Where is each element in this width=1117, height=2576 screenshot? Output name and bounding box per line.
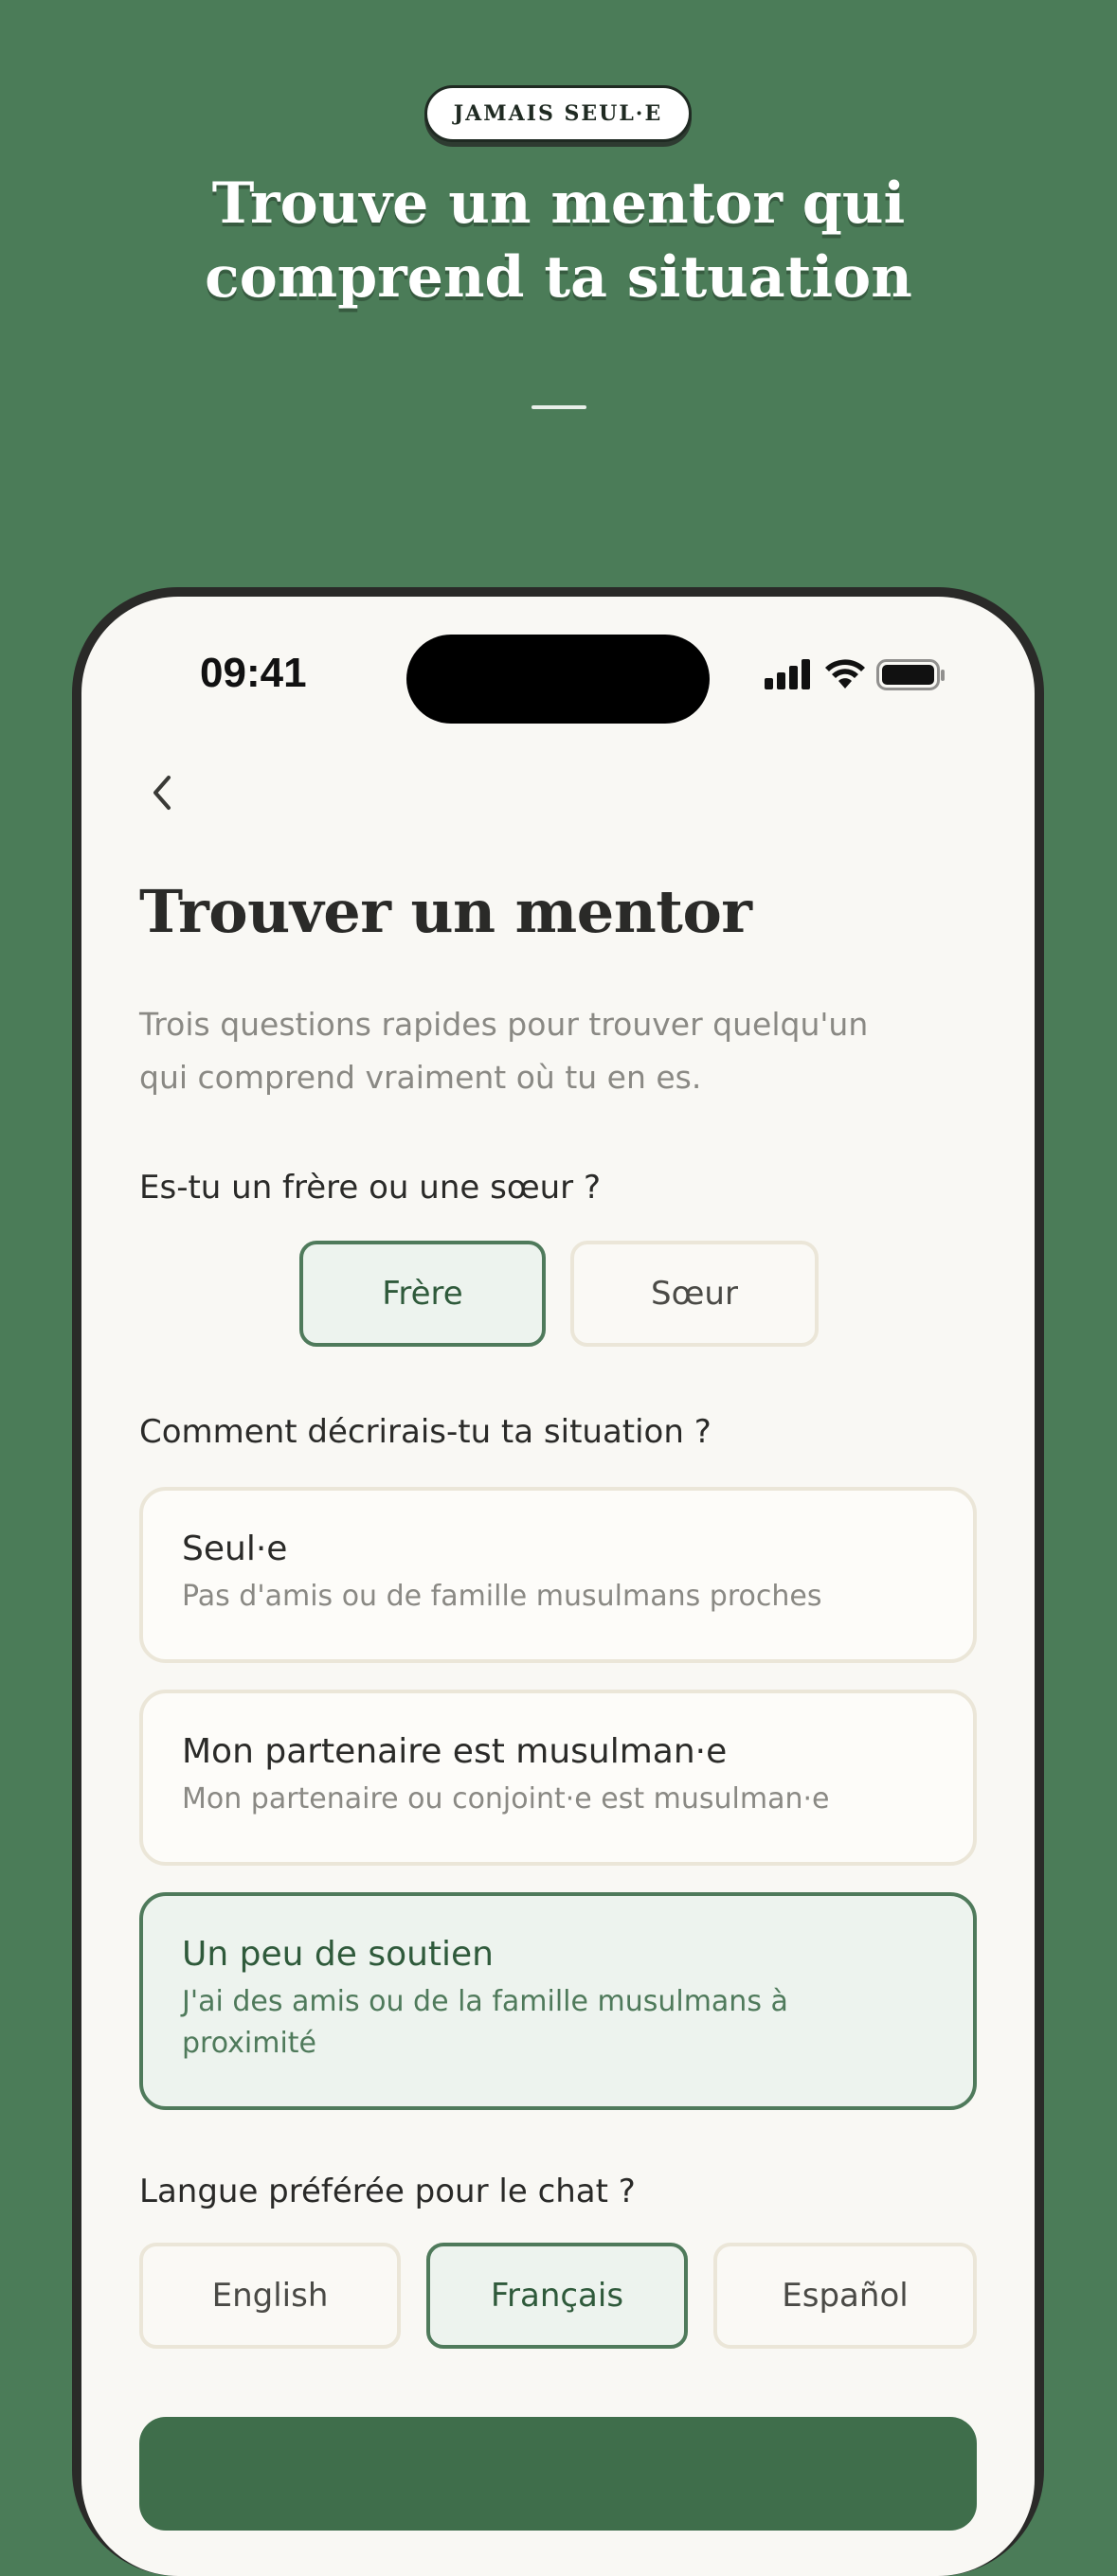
jamais-seul-badge: JAMAIS SEUL·E: [424, 85, 692, 142]
option-frere[interactable]: Frère: [299, 1241, 546, 1347]
language-option-francais[interactable]: Français: [426, 2243, 688, 2349]
headline-divider: [531, 405, 586, 409]
language-option-english[interactable]: English: [139, 2243, 401, 2349]
battery-icon: [876, 659, 946, 691]
gender-question: Es-tu un frère ou une sœur ?: [139, 1169, 601, 1207]
signal-icon: [765, 657, 814, 691]
wifi-icon: [823, 657, 867, 691]
dynamic-island: [406, 635, 710, 724]
chevron-left-icon: [153, 776, 171, 810]
situation-option-desc-line-2: proximité: [182, 2027, 317, 2060]
subtitle-line-1: Trois questions rapides pour trouver que…: [139, 1006, 869, 1043]
situation-option-desc: Mon partenaire ou conjoint·e est musulma…: [182, 1782, 830, 1816]
subtitle-line-2: qui comprend vraiment où tu en es.: [139, 1059, 702, 1096]
situation-option-soutien[interactable]: Un peu de soutien J'ai des amis ou de la…: [139, 1892, 977, 2110]
situation-option-desc: J'ai des amis ou de la famille musulmans…: [182, 1981, 935, 2065]
back-button[interactable]: [138, 769, 186, 816]
promo-headline: Trouve un mentor qui comprend ta situati…: [0, 167, 1117, 314]
situation-question: Comment décrirais-tu ta situation ?: [139, 1413, 712, 1451]
language-option-espanol[interactable]: Español: [713, 2243, 977, 2349]
situation-option-desc-line-1: J'ai des amis ou de la famille musulmans…: [182, 1985, 788, 2018]
phone-screen: 09:41 Trouver un mentor Trois questions …: [81, 597, 1035, 2576]
situation-option-partenaire[interactable]: Mon partenaire est musulman·e Mon parten…: [139, 1690, 977, 1866]
language-question: Langue préférée pour le chat ?: [139, 2173, 636, 2210]
headline-line-1: Trouve un mentor qui: [211, 170, 906, 237]
page-title: Trouver un mentor: [139, 877, 752, 946]
situation-option-title: Seul·e: [182, 1530, 288, 1568]
status-time: 09:41: [200, 650, 307, 696]
option-soeur[interactable]: Sœur: [570, 1241, 819, 1347]
situation-option-title: Un peu de soutien: [182, 1935, 494, 1974]
headline-line-2: comprend ta situation: [205, 244, 912, 311]
situation-option-desc: Pas d'amis ou de famille musulmans proch…: [182, 1580, 822, 1613]
situation-option-seul[interactable]: Seul·e Pas d'amis ou de famille musulman…: [139, 1487, 977, 1663]
page-subtitle: Trois questions rapides pour trouver que…: [139, 998, 973, 1104]
phone-frame: 09:41 Trouver un mentor Trois questions …: [72, 587, 1044, 2576]
continue-button[interactable]: [139, 2417, 977, 2531]
situation-option-title: Mon partenaire est musulman·e: [182, 1732, 728, 1771]
